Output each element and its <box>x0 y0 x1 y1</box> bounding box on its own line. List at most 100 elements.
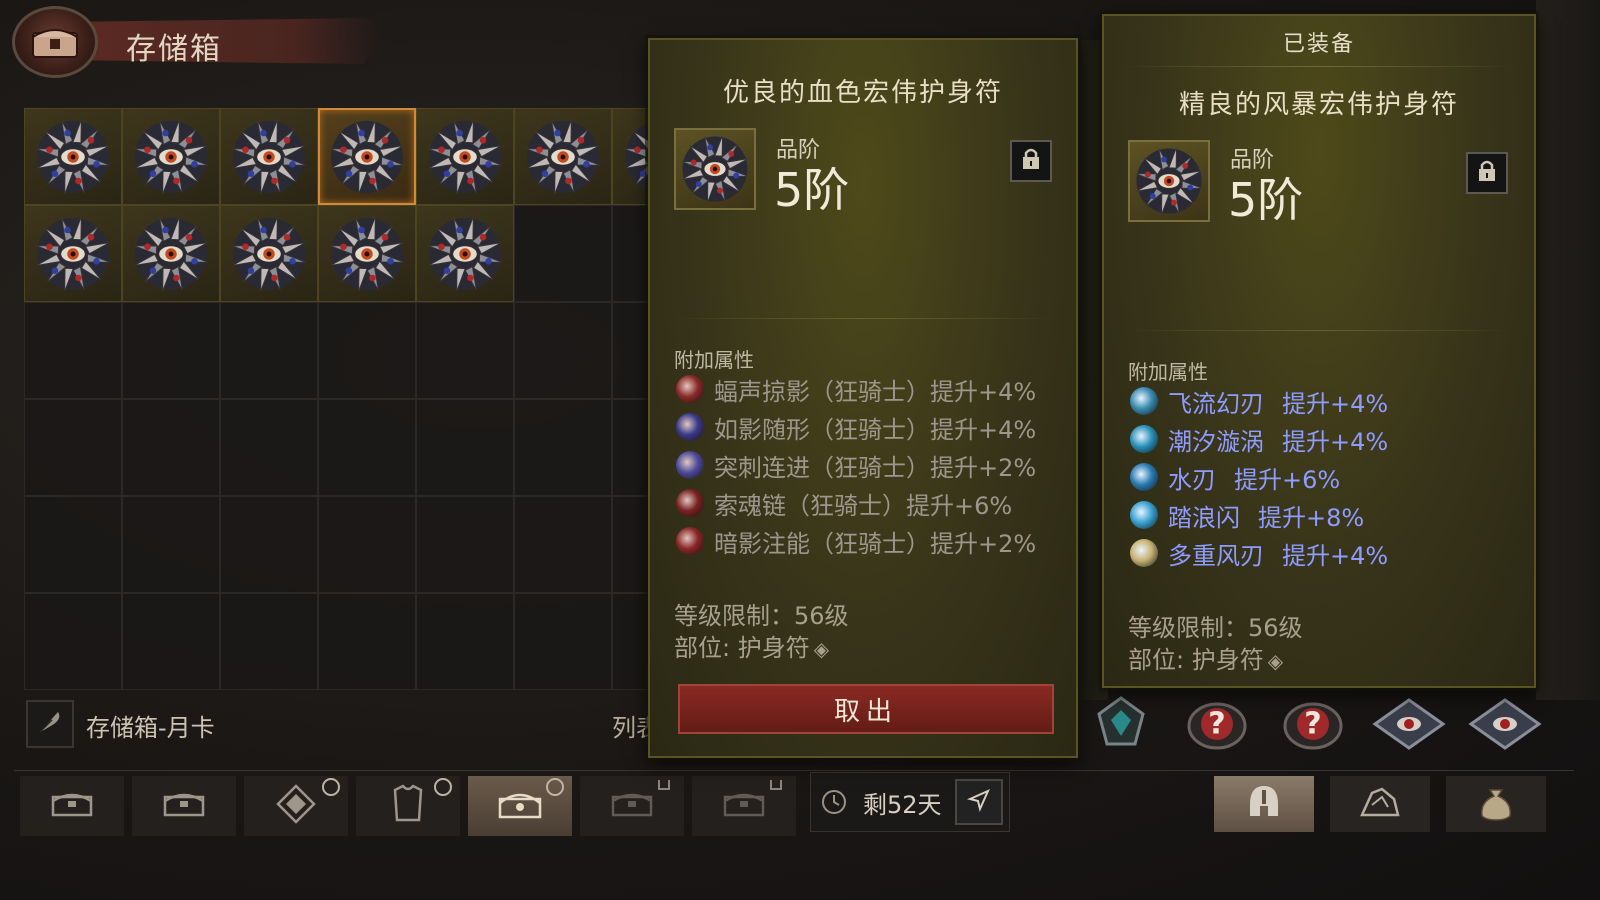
stash-slot-item[interactable] <box>416 108 514 205</box>
item-title: 精良的风暴宏伟护身符 <box>1178 90 1459 120</box>
amulet-eye-icon <box>32 213 114 295</box>
stash-tab-3[interactable] <box>244 776 348 836</box>
stash-slot-empty[interactable] <box>318 302 416 399</box>
equipment-slot-4[interactable] <box>1368 690 1450 762</box>
take-out-button[interactable]: 取出 <box>678 684 1054 734</box>
divider <box>1126 330 1512 331</box>
stash-slot-empty[interactable] <box>24 302 122 399</box>
amulet-eye-icon <box>130 213 212 295</box>
equipment-slot-5[interactable] <box>1464 690 1546 762</box>
affix-value: 提升+8% <box>1258 503 1365 532</box>
stash-slot-item[interactable] <box>220 108 318 205</box>
stash-slot-item[interactable] <box>24 108 122 205</box>
rename-button[interactable] <box>26 700 74 748</box>
lock-button[interactable] <box>1010 140 1052 182</box>
stash-slot-empty[interactable] <box>24 399 122 496</box>
stash-slot-empty[interactable] <box>220 302 318 399</box>
affix-name: 潮汐漩涡 <box>1168 427 1264 456</box>
stash-tab-7[interactable] <box>692 776 796 836</box>
stash-tab-6[interactable] <box>580 776 684 836</box>
stash-slot-empty[interactable] <box>318 593 416 690</box>
stash-slot-empty[interactable] <box>24 496 122 593</box>
skill-icon <box>676 527 704 555</box>
amulet-eye-icon <box>522 116 604 198</box>
amulet-eye-icon <box>228 213 310 295</box>
stash-slot-empty[interactable] <box>514 399 612 496</box>
stash-slot-item[interactable] <box>318 205 416 302</box>
amulet-eye-icon <box>228 116 310 198</box>
send-button[interactable] <box>955 779 1003 825</box>
stash-slot-empty[interactable] <box>416 399 514 496</box>
gem-icon <box>274 784 318 828</box>
stash-slot-item[interactable] <box>122 108 220 205</box>
stash-slot-empty[interactable] <box>514 496 612 593</box>
divider <box>672 318 1054 319</box>
stash-slot-empty[interactable] <box>220 593 318 690</box>
stash-slot-empty[interactable] <box>122 399 220 496</box>
equipment-slot-2[interactable]: ? <box>1176 690 1258 762</box>
stash-slot-item[interactable] <box>318 108 416 205</box>
stash-slot-empty[interactable] <box>220 496 318 593</box>
affix-text: 如影随形（狂骑士）提升+4% <box>714 415 1037 444</box>
chest-icon <box>722 789 766 823</box>
send-icon <box>966 787 992 817</box>
stash-slot-item[interactable] <box>514 108 612 205</box>
chest-icon <box>162 789 206 823</box>
stash-slot-empty[interactable] <box>318 496 416 593</box>
stash-slot-empty[interactable] <box>416 593 514 690</box>
item-tooltip-stash: 优良的血色宏伟护身符 品阶 5阶 附加属性 蝠声掠影（狂骑士）提升+4% 如影随形… <box>648 38 1078 758</box>
amulet-eye-icon <box>424 116 506 198</box>
stash-slot-empty[interactable] <box>514 205 612 302</box>
stash-tab-4[interactable] <box>356 776 460 836</box>
stash-grid <box>24 108 654 693</box>
unknown-mark: ? <box>1208 706 1226 742</box>
inventory-tab-helmet[interactable] <box>1214 776 1314 832</box>
affix-text: 突刺连进（狂骑士）提升+2% <box>714 453 1037 482</box>
affix-row: 索魂链（狂骑士）提升+6% <box>676 484 1036 522</box>
lock-button[interactable] <box>1466 152 1508 194</box>
stash-tab-2[interactable] <box>132 776 236 836</box>
stash-slot-empty[interactable] <box>220 399 318 496</box>
unknown-mark: ? <box>1304 706 1322 742</box>
inventory-tab-bag[interactable] <box>1446 776 1546 832</box>
affix-text: 蝠声掠影（狂骑士）提升+4% <box>714 377 1037 406</box>
stash-slot-empty[interactable] <box>514 302 612 399</box>
affix-header: 附加属性 <box>674 348 754 372</box>
stash-slot-empty[interactable] <box>318 399 416 496</box>
stash-slot-empty[interactable] <box>122 496 220 593</box>
affix-value: 提升+4% <box>1282 389 1389 418</box>
affix-header: 附加属性 <box>1128 360 1208 384</box>
item-tooltip-equipped: 已装备 精良的风暴宏伟护身符 品阶 5阶 附加属性 飞流幻刃 提升+4% 潮汐漩涡提… <box>1102 14 1536 688</box>
amulet-eye-icon <box>130 116 212 198</box>
stash-slot-item[interactable] <box>220 205 318 302</box>
stash-slot-empty[interactable] <box>24 593 122 690</box>
bag-icon <box>1478 782 1514 826</box>
skill-icon <box>676 413 704 441</box>
equipment-slot-3[interactable]: ? <box>1272 690 1354 762</box>
remaining-days: 剩52天 <box>863 791 942 819</box>
stash-slot-empty[interactable] <box>122 593 220 690</box>
item-icon-frame <box>1128 140 1210 222</box>
affix-value: 提升+6% <box>1234 465 1341 494</box>
chest-icon <box>50 789 94 823</box>
stash-slot-item[interactable] <box>416 205 514 302</box>
divider <box>1124 66 1514 67</box>
stash-slot-item[interactable] <box>24 205 122 302</box>
stash-slot-empty[interactable] <box>514 593 612 690</box>
stash-tab-1[interactable] <box>20 776 124 836</box>
stash-tab-5[interactable] <box>468 776 572 836</box>
stash-slot-empty[interactable] <box>416 302 514 399</box>
affix-row: 潮汐漩涡 提升+4% <box>1130 420 1388 458</box>
inventory-tab-material[interactable] <box>1330 776 1430 832</box>
stash-slot-empty[interactable] <box>416 496 514 593</box>
stash-slot-empty[interactable] <box>122 302 220 399</box>
clock-badge-icon <box>434 778 452 796</box>
lock-badge-icon <box>658 780 670 790</box>
affix-value: 提升+4% <box>1282 427 1389 456</box>
amulet-slot-icon: ◈ <box>813 637 830 661</box>
stash-slot-item[interactable] <box>122 205 220 302</box>
lock-badge-icon <box>770 780 782 790</box>
affix-list: 蝠声掠影（狂骑士）提升+4% 如影随形（狂骑士）提升+4% 突刺连进（狂骑士）提升+… <box>676 370 1036 560</box>
item-title: 优良的血色宏伟护身符 <box>722 78 1003 108</box>
equipment-slot-1[interactable] <box>1080 690 1162 762</box>
